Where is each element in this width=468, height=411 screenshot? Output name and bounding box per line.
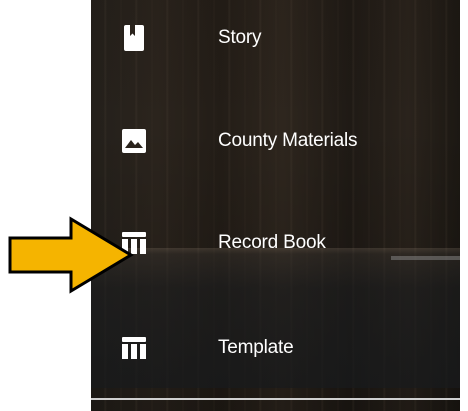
menu-item-label: Story xyxy=(218,27,262,48)
menu-divider xyxy=(91,398,460,400)
side-menu: Story County Materials Record Book Templ… xyxy=(91,0,460,411)
menu-item-label: County Materials xyxy=(218,130,358,151)
menu-item-label: Record Book xyxy=(218,232,326,253)
book-icon xyxy=(121,25,147,51)
table-icon xyxy=(121,335,147,361)
menu-item-label: Template xyxy=(218,337,294,358)
arrow-right-icon xyxy=(8,216,134,294)
screenshot-stage: Story County Materials Record Book Templ… xyxy=(0,0,468,411)
menu-item-template[interactable]: Template xyxy=(91,318,460,378)
menu-item-record-book[interactable]: Record Book xyxy=(91,213,460,273)
menu-item-county-materials[interactable]: County Materials xyxy=(91,111,460,171)
menu-item-story[interactable]: Story xyxy=(91,8,460,68)
image-icon xyxy=(121,128,147,154)
